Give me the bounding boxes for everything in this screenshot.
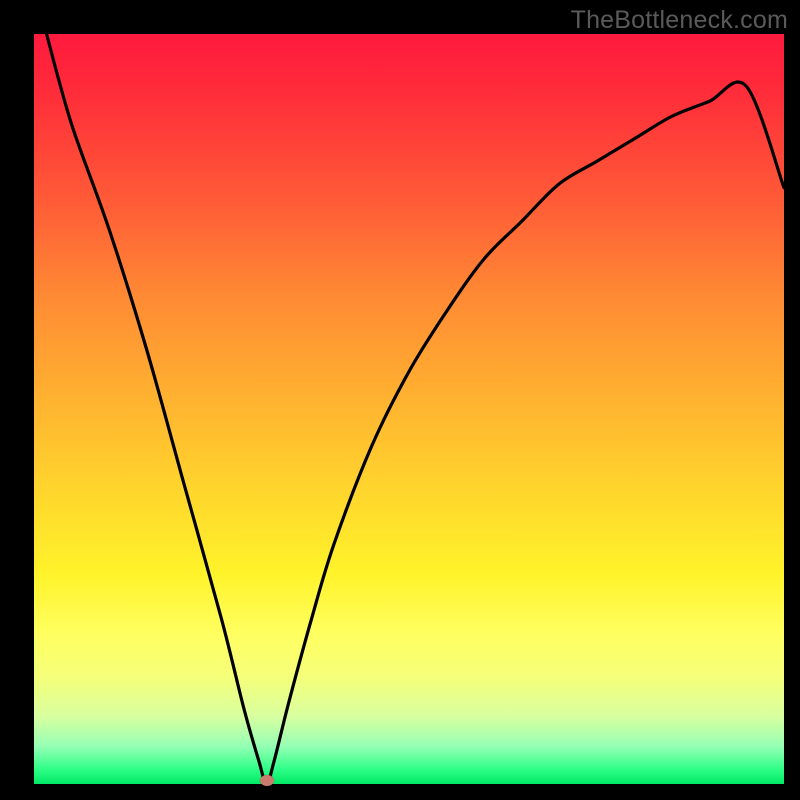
bottleneck-curve: [34, 34, 784, 784]
optimal-point-marker: [260, 775, 274, 786]
chart-frame: TheBottleneck.com: [0, 0, 800, 800]
attribution-text: TheBottleneck.com: [571, 6, 788, 35]
plot-area: [34, 34, 784, 784]
